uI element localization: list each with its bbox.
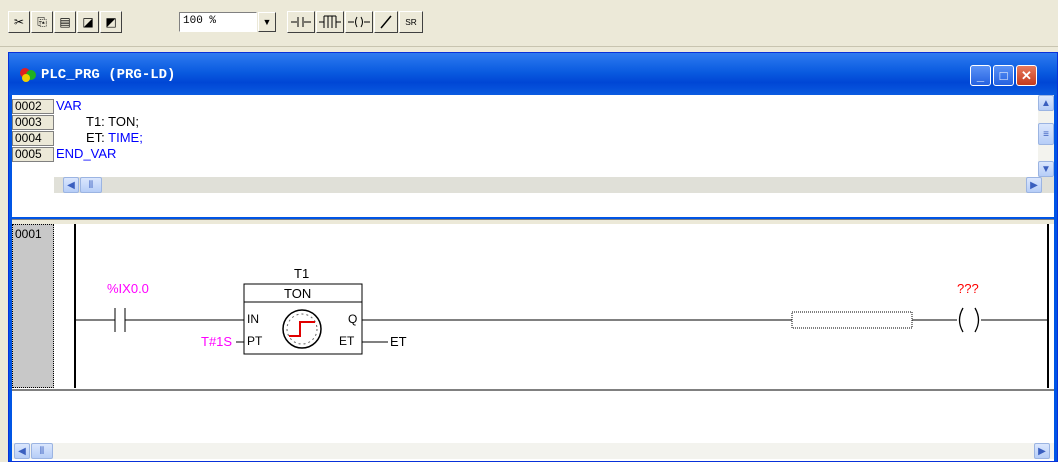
window-title: PLC_PRG (PRG-LD) [41, 67, 176, 83]
minimize-icon: _ [976, 68, 985, 83]
coil-icon[interactable] [345, 11, 373, 33]
code-line[interactable]: T1: TON; [86, 114, 139, 130]
line-number: 0004 [12, 131, 54, 146]
pin-in-label: IN [247, 312, 259, 326]
declaration-horizontal-scrollbar[interactable]: ◀ ⦀ ▶ [54, 177, 1054, 193]
timer-type-label: TON [284, 286, 312, 301]
pou-icon [20, 68, 36, 82]
zoom-select[interactable]: 100 % [179, 12, 257, 32]
declaration-pane[interactable]: 0002 VAR 0003 T1: TON; 0004 ET: TIME; 00… [12, 95, 1054, 195]
scroll-thumb[interactable]: ⦀ [80, 177, 102, 193]
timer-instance-label[interactable]: T1 [294, 266, 309, 281]
code-line[interactable]: END_VAR [56, 146, 116, 162]
maximize-button[interactable]: □ [993, 65, 1014, 86]
placeholder-box [791, 311, 913, 329]
scroll-right-icon[interactable]: ▶ [1034, 443, 1050, 459]
pin-et-label: ET [339, 334, 355, 348]
ladder-pane[interactable]: 0001 %IX0.0 T1 TON IN PT Q ET T#1S ET ??… [12, 224, 1054, 461]
scroll-thumb[interactable]: ≡ [1038, 123, 1054, 145]
maximize-icon: □ [999, 68, 1008, 83]
scroll-left-icon[interactable]: ◀ [14, 443, 30, 459]
toolbar: ✂ ⎘ ▤ ◪ ◩ 100 % ▼ SR [0, 0, 1058, 47]
pin-q-label: Q [348, 312, 358, 326]
minimize-button[interactable]: _ [970, 65, 991, 86]
line-number: 0005 [12, 147, 54, 162]
line-number: 0003 [12, 115, 54, 130]
scroll-right-icon[interactable]: ▶ [1026, 177, 1042, 193]
scroll-left-icon[interactable]: ◀ [63, 177, 79, 193]
pt-value-label[interactable]: T#1S [201, 334, 232, 349]
scroll-thumb[interactable]: ⦀ [31, 443, 53, 459]
paste-icon[interactable]: ▤ [54, 11, 76, 33]
cut-icon[interactable]: ✂ [8, 11, 30, 33]
ladder-diagram [12, 224, 1054, 391]
pin-pt-label: PT [247, 334, 263, 348]
coil-label[interactable]: ??? [957, 281, 979, 296]
scroll-up-icon[interactable]: ▲ [1038, 95, 1054, 111]
contact-label[interactable]: %IX0.0 [107, 281, 149, 296]
close-button[interactable]: ✕ [1016, 65, 1037, 86]
set-reset-icon[interactable]: SR [399, 11, 423, 33]
title-bar[interactable]: PLC_PRG (PRG-LD) _ □ ✕ [9, 53, 1057, 95]
pane-gap [12, 195, 1054, 217]
editor-window: PLC_PRG (PRG-LD) _ □ ✕ 0002 VAR 0003 T1:… [8, 52, 1058, 462]
code-line[interactable]: VAR [56, 98, 82, 114]
coil-left-arc [958, 307, 964, 333]
close-icon: ✕ [1021, 67, 1032, 83]
line-number: 0002 [12, 99, 54, 114]
declaration-vertical-scrollbar[interactable]: ▲ ≡ ▼ [1038, 95, 1054, 177]
find-next-icon[interactable]: ◩ [100, 11, 122, 33]
ladder-horizontal-scrollbar[interactable]: ◀ ⦀ ▶ [12, 443, 1054, 459]
zoom-value: 100 % [183, 15, 217, 27]
timer-icon [282, 309, 322, 349]
contact-icon[interactable] [287, 11, 315, 33]
coil-right-arc [974, 307, 980, 333]
parallel-contact-icon[interactable] [316, 11, 344, 33]
scroll-down-icon[interactable]: ▼ [1038, 161, 1054, 177]
find-icon[interactable]: ◪ [77, 11, 99, 33]
code-line[interactable]: ET: TIME; [86, 130, 143, 146]
chevron-down-icon[interactable]: ▼ [258, 12, 276, 32]
copy-icon[interactable]: ⎘ [31, 11, 53, 33]
et-output-label[interactable]: ET [390, 334, 407, 349]
negate-icon[interactable] [374, 11, 398, 33]
